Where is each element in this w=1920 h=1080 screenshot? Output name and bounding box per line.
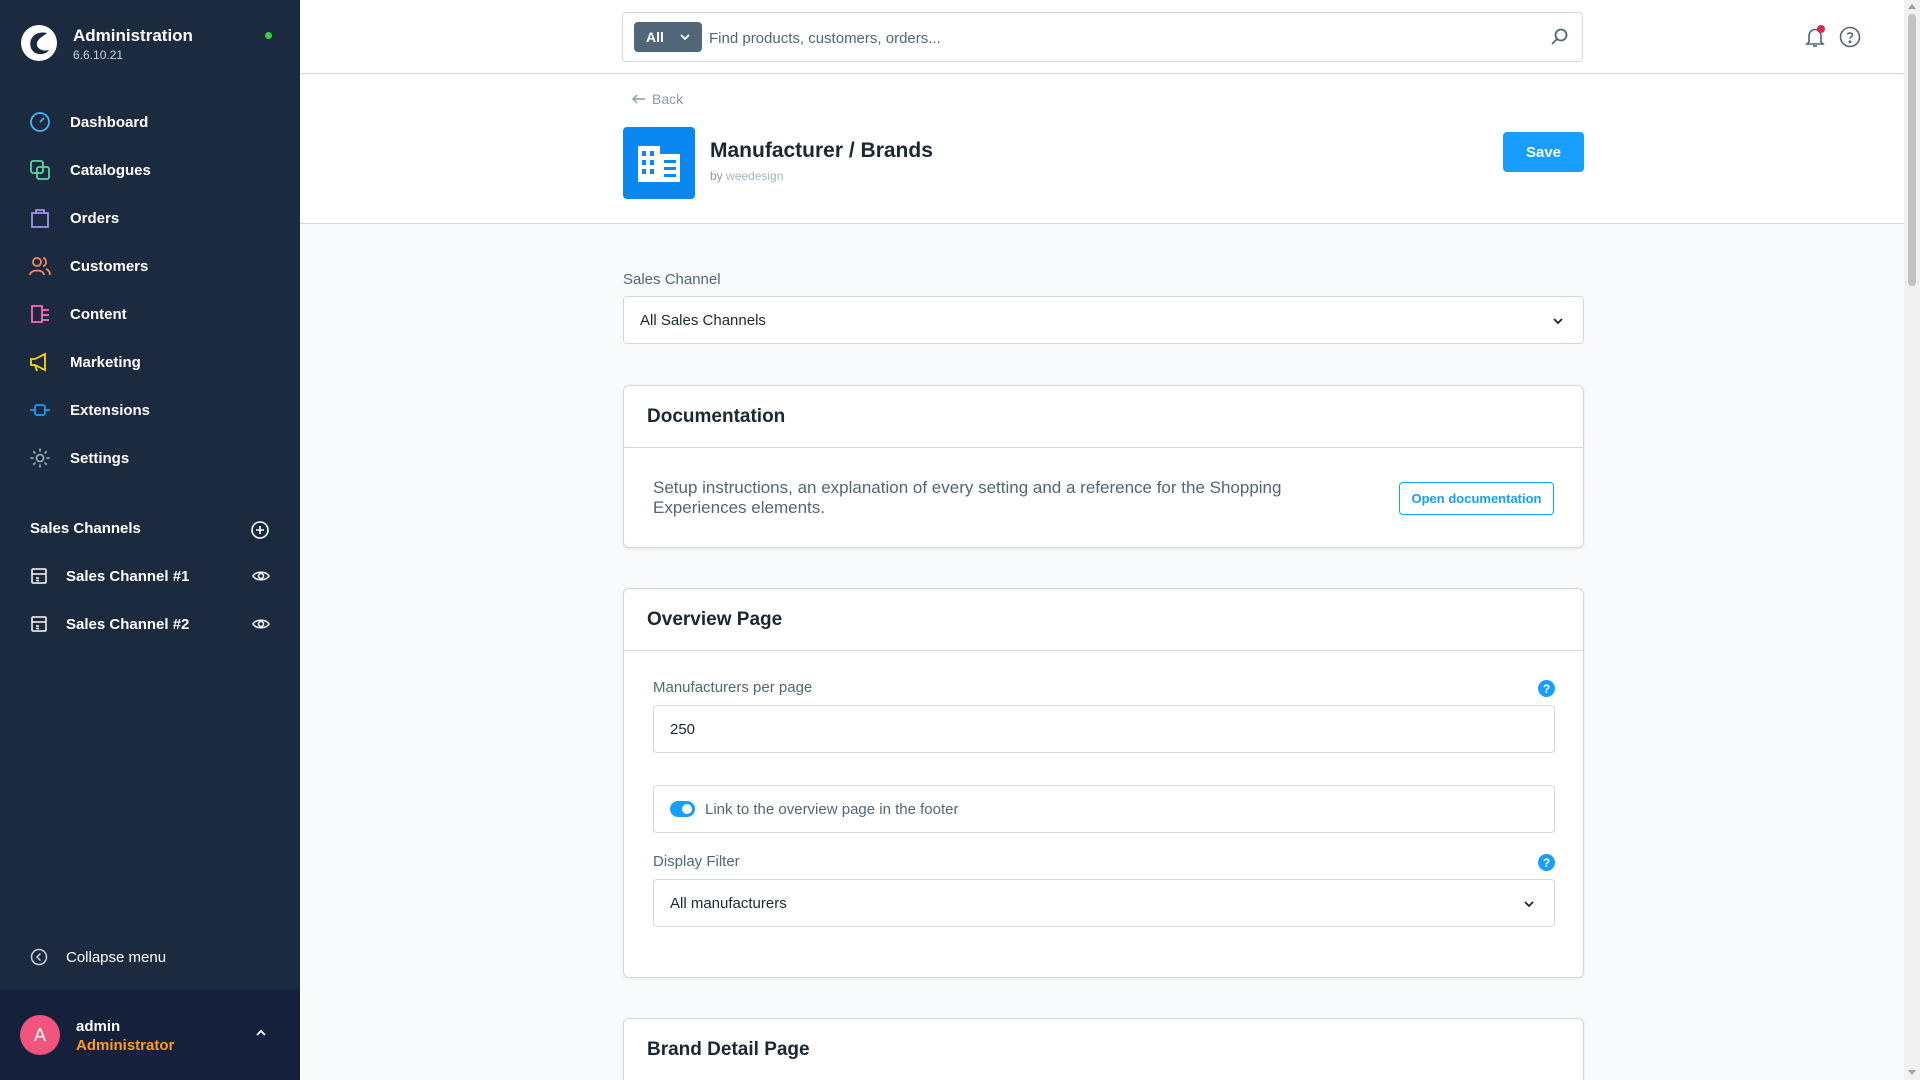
chevron-up-icon[interactable] (254, 1026, 268, 1040)
help-tooltip-icon[interactable]: ? (1538, 854, 1555, 871)
sales-channel-list: Sales Channel #1 Sales Channel #2 (0, 552, 300, 648)
search-type-label: All (646, 29, 664, 45)
topbar: All (300, 0, 1904, 74)
nav-label: Marketing (70, 353, 141, 371)
page-title: Manufacturer / Brands (710, 139, 933, 162)
footer-link-switch-field: Link to the overview page in the footer (653, 785, 1555, 833)
card-title: Brand Detail Page (647, 1039, 810, 1060)
documentation-text: Setup instructions, an explanation of ev… (653, 478, 1282, 517)
nav-item-extensions[interactable]: Extensions (0, 386, 300, 434)
page-scrollbar[interactable] (1904, 0, 1920, 1080)
search-type-select[interactable]: All (634, 22, 702, 52)
back-link[interactable]: Back (632, 91, 683, 107)
marketing-icon (28, 350, 52, 374)
nav-label: Content (70, 305, 127, 323)
sales-channel-select[interactable]: All Sales Channels (623, 296, 1584, 344)
footer-link-label: Link to the overview page in the footer (705, 800, 959, 818)
save-button[interactable]: Save (1503, 132, 1584, 172)
arrow-left-icon (632, 94, 645, 104)
status-indicator (265, 32, 272, 39)
nav-label: Settings (70, 449, 130, 467)
nav-item-marketing[interactable]: Marketing (0, 338, 300, 386)
add-sales-channel-icon[interactable] (250, 520, 270, 540)
page-header: Back Manufacturer / Brands by weedesign … (300, 75, 1904, 224)
orders-icon (28, 206, 52, 230)
brand: Administration 6.6.10.21 (20, 22, 280, 66)
sales-channel-item[interactable]: Sales Channel #1 (0, 552, 300, 600)
search-input[interactable] (709, 25, 1509, 51)
user-role: Administrator (76, 1037, 175, 1054)
user-name: admin (76, 1018, 121, 1035)
storefront-icon (31, 616, 47, 632)
nav-label: Customers (70, 257, 149, 275)
nav-label: Extensions (70, 401, 151, 419)
card-title: Documentation (624, 386, 1583, 448)
app-title: Administration (73, 26, 193, 45)
brand-detail-page-card: Brand Detail Page (623, 1018, 1584, 1080)
plugin-icon (623, 127, 695, 199)
manufacturers-per-page-input[interactable] (653, 705, 1555, 753)
sales-channel-value: All Sales Channels (640, 311, 766, 329)
chevron-down-icon (680, 34, 690, 41)
user-menu[interactable]: A admin Administrator (0, 990, 300, 1080)
collapse-menu-button[interactable]: Collapse menu (30, 948, 166, 966)
eye-icon[interactable] (252, 568, 270, 584)
sales-channels-heading: Sales Channels (30, 520, 141, 537)
footer-link-toggle[interactable] (670, 801, 695, 817)
notification-badge (1817, 25, 1825, 33)
nav-label: Catalogues (70, 161, 151, 179)
display-filter-value: All manufacturers (670, 894, 787, 912)
help-tooltip-icon[interactable]: ? (1538, 680, 1555, 697)
back-label: Back (652, 91, 684, 107)
shopware-logo-icon[interactable] (20, 24, 58, 62)
display-filter-label: Display Filter (653, 853, 740, 870)
sidebar: Administration 6.6.10.21 Dashboard Catal… (0, 0, 300, 1080)
author-name: weedesign (726, 169, 784, 183)
app-version: 6.6.10.21 (73, 48, 124, 62)
nav-item-dashboard[interactable]: Dashboard (0, 98, 300, 146)
scroll-thumb[interactable] (1908, 14, 1916, 286)
documentation-card: Documentation Setup instructions, an exp… (623, 385, 1584, 548)
plugin-author: by weedesign (710, 169, 783, 183)
sales-channel-label: Sales Channel #2 (66, 615, 190, 633)
chevron-down-icon (1553, 318, 1563, 325)
overview-page-card: Overview Page Manufacturers per page ? L… (623, 588, 1584, 978)
chevron-down-icon (1524, 901, 1534, 908)
manufacturers-per-page-label: Manufacturers per page (653, 679, 813, 696)
search-bar: All (622, 12, 1583, 62)
chevron-left-circle-icon (30, 948, 48, 966)
eye-icon[interactable] (252, 616, 270, 632)
nav-item-customers[interactable]: Customers (0, 242, 300, 290)
collapse-menu-label: Collapse menu (66, 948, 167, 966)
content-icon (28, 302, 52, 326)
nav-item-content[interactable]: Content (0, 290, 300, 338)
manufacturers-per-page-field: Manufacturers per page ? (653, 679, 1555, 759)
customers-icon (28, 254, 52, 278)
nav-label: Orders (70, 209, 120, 227)
dashboard-icon (28, 110, 52, 134)
author-prefix: by (710, 169, 723, 183)
extensions-icon (28, 398, 52, 422)
search-icon[interactable] (1549, 27, 1569, 47)
help-icon[interactable] (1838, 25, 1862, 49)
scroll-up-arrow[interactable] (1908, 4, 1916, 9)
nav-label: Dashboard (70, 113, 149, 131)
display-filter-field: Display Filter ? All manufacturers (653, 853, 1555, 933)
settings-icon (28, 446, 52, 470)
card-title: Overview Page (624, 589, 1583, 651)
main-nav: Dashboard Catalogues Orders Customers Co… (0, 98, 300, 482)
storefront-icon (31, 568, 47, 584)
building-icon (638, 146, 680, 182)
nav-item-settings[interactable]: Settings (0, 434, 300, 482)
nav-item-catalogues[interactable]: Catalogues (0, 146, 300, 194)
open-documentation-button[interactable]: Open documentation (1399, 482, 1554, 515)
display-filter-select[interactable]: All manufacturers (653, 879, 1555, 927)
scroll-down-arrow[interactable] (1908, 1070, 1916, 1075)
nav-item-orders[interactable]: Orders (0, 194, 300, 242)
catalogues-icon (28, 158, 52, 182)
sales-channel-label: Sales Channel #1 (66, 567, 190, 585)
avatar: A (20, 1015, 60, 1055)
sales-channel-label: Sales Channel (623, 271, 721, 288)
sales-channel-item[interactable]: Sales Channel #2 (0, 600, 300, 648)
